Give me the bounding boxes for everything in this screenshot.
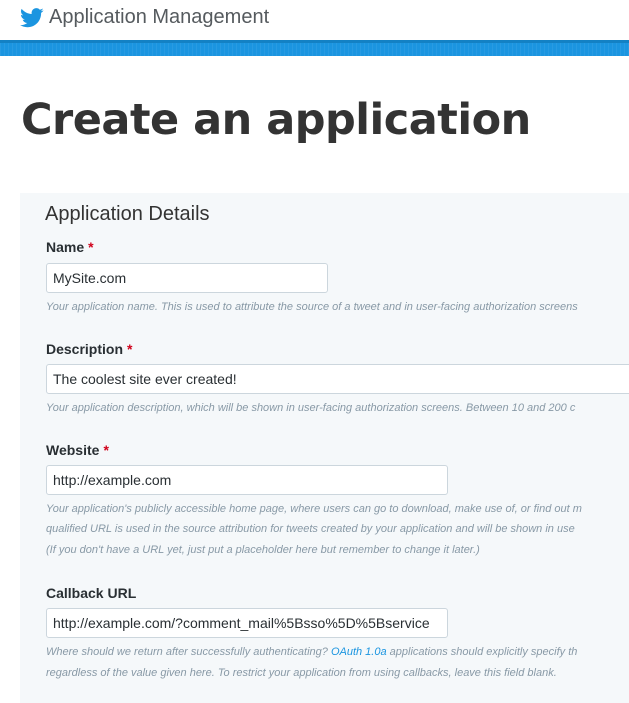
page-title: Create an application (21, 95, 531, 145)
panel-title: Application Details (45, 203, 210, 225)
callback-url-label-text: Callback URL (46, 585, 137, 601)
top-bar: Application Management (0, 0, 629, 40)
website-input[interactable]: http://example.com (46, 465, 448, 495)
callback-url-input[interactable]: http://example.com/?comment_mail%5Bsso%5… (46, 608, 448, 638)
website-help-line-1: Your application's publicly accessible h… (46, 503, 582, 515)
name-label: Name * (46, 239, 94, 255)
required-mark: * (127, 341, 133, 357)
required-mark: * (103, 442, 109, 458)
website-help-line-3: (If you don't have a URL yet, just put a… (46, 544, 480, 556)
callback-help-pre: Where should we return after successfull… (46, 646, 328, 658)
name-help: Your application name. This is used to a… (46, 301, 578, 313)
name-label-text: Name (46, 239, 85, 255)
app-title[interactable]: Application Management (49, 6, 269, 29)
description-help: Your application description, which will… (46, 402, 576, 414)
required-mark: * (88, 239, 94, 255)
website-help-line-2: qualified URL is used in the source attr… (46, 523, 575, 535)
callback-url-label: Callback URL (46, 585, 136, 601)
description-label: Description * (46, 341, 132, 357)
callback-help-line-1: Where should we return after successfull… (46, 644, 629, 661)
twitter-bird-icon[interactable] (20, 7, 44, 29)
name-input[interactable]: MySite.com (46, 263, 328, 293)
website-label-text: Website (46, 442, 100, 458)
oauth-link[interactable]: OAuth 1.0a (331, 646, 387, 658)
description-input[interactable]: The coolest site ever created! (46, 364, 629, 394)
callback-help-line-2: regardless of the value given here. To r… (46, 667, 557, 679)
description-label-text: Description (46, 341, 124, 357)
callback-help-post: applications should explicitly specify t… (389, 646, 578, 658)
header-strip (0, 40, 629, 56)
website-label: Website * (46, 442, 109, 458)
application-details-panel: Application Details Name * MySite.com You… (20, 193, 629, 703)
